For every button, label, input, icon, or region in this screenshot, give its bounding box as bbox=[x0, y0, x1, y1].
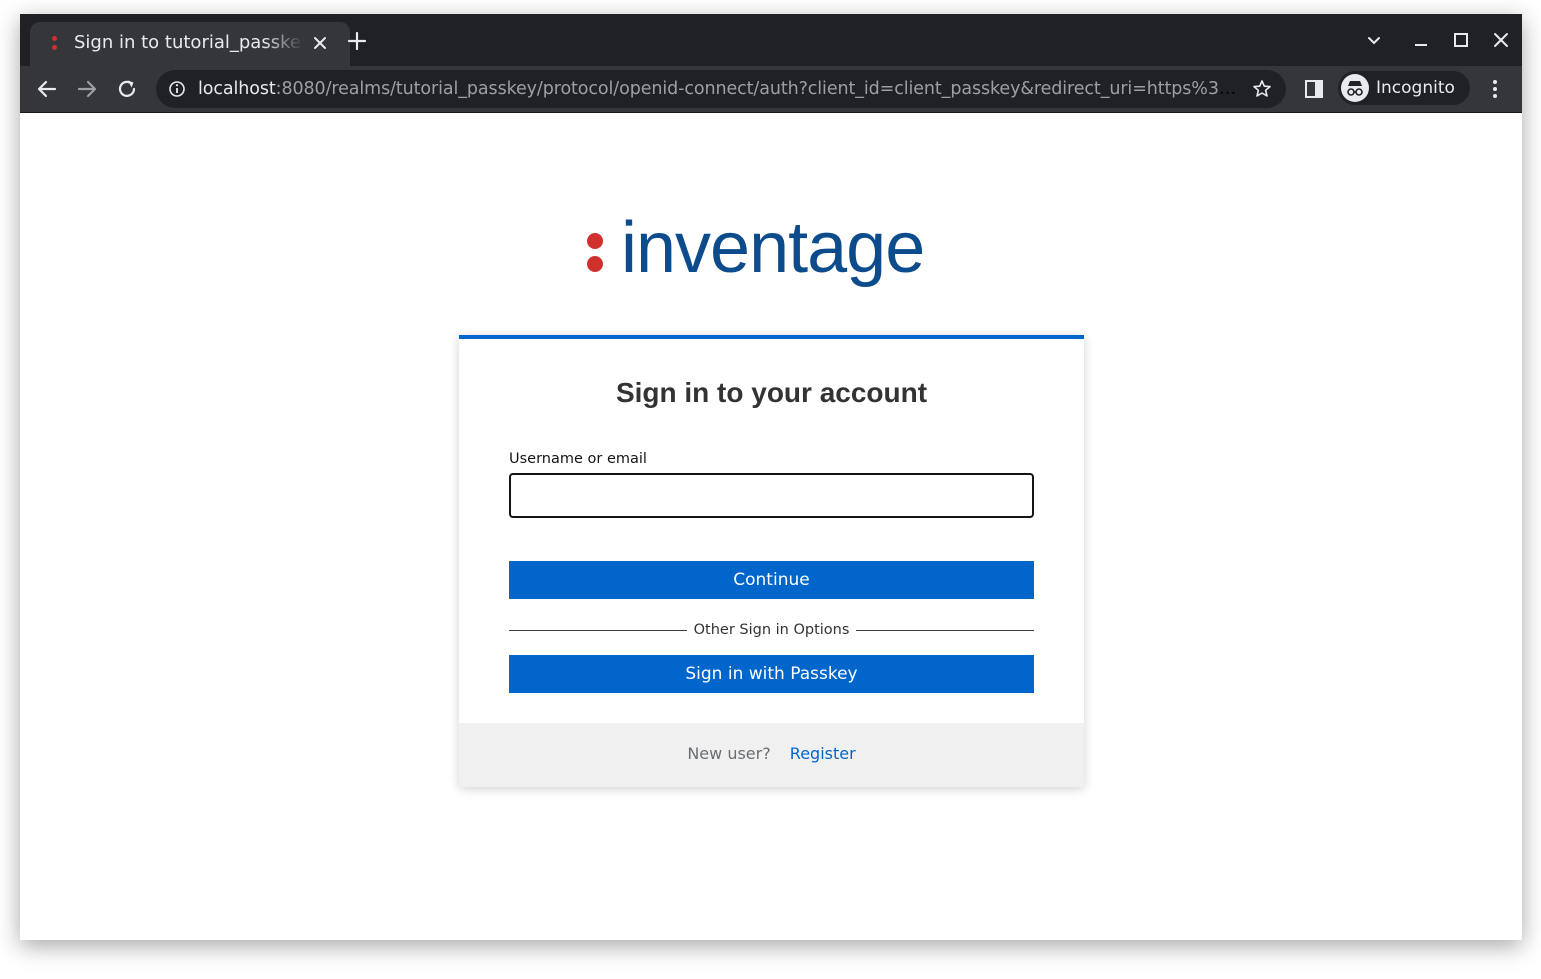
inventage-logo: inventage bbox=[587, 208, 925, 288]
card-footer: New user? Register bbox=[459, 723, 1084, 787]
username-input[interactable] bbox=[509, 473, 1034, 518]
maximize-icon[interactable] bbox=[1449, 28, 1473, 52]
kebab-menu-icon[interactable] bbox=[1482, 76, 1508, 102]
info-icon[interactable] bbox=[168, 80, 186, 98]
url-host: localhost bbox=[198, 79, 276, 99]
username-label: Username or email bbox=[509, 451, 647, 467]
url-path: :8080/realms/tutorial_passkey/protocol/o… bbox=[275, 79, 1238, 99]
register-link[interactable]: Register bbox=[790, 744, 856, 763]
forward-arrow-icon[interactable] bbox=[74, 76, 100, 102]
star-icon[interactable] bbox=[1252, 79, 1272, 99]
url-text[interactable]: localhost:8080/realms/tutorial_passkey/p… bbox=[198, 79, 1238, 99]
other-options-divider: Other Sign in Options bbox=[509, 620, 1035, 640]
active-tab[interactable]: Sign in to tutorial_passkey bbox=[30, 22, 350, 66]
minimize-icon[interactable] bbox=[1409, 28, 1433, 52]
login-card: Sign in to your account Username or emai… bbox=[459, 335, 1084, 787]
profile-label: Incognito bbox=[1376, 78, 1455, 98]
profile-button[interactable]: Incognito bbox=[1338, 71, 1470, 105]
tab-search-icon[interactable] bbox=[1362, 28, 1386, 52]
back-arrow-icon[interactable] bbox=[34, 76, 60, 102]
address-bar[interactable]: localhost:8080/realms/tutorial_passkey/p… bbox=[156, 70, 1286, 108]
passkey-button[interactable]: Sign in with Passkey bbox=[509, 655, 1034, 693]
new-tab-icon[interactable] bbox=[346, 30, 368, 52]
side-panel-icon[interactable] bbox=[1302, 77, 1326, 101]
tab-strip: Sign in to tutorial_passkey bbox=[20, 14, 1522, 66]
page-content: inventage Sign in to your account Userna… bbox=[20, 112, 1522, 940]
page-title: Sign in to your account bbox=[615, 377, 928, 408]
new-user-text: New user? bbox=[687, 744, 771, 763]
favicon-icon bbox=[52, 36, 58, 52]
close-window-icon[interactable] bbox=[1489, 28, 1513, 52]
browser-window: Sign in to tutorial_passkey localhost:80… bbox=[20, 14, 1522, 940]
divider-text: Other Sign in Options bbox=[693, 622, 850, 638]
svg-text:inventage: inventage bbox=[621, 208, 924, 288]
tab-title: Sign in to tutorial_passkey bbox=[74, 32, 304, 53]
incognito-icon bbox=[1341, 74, 1369, 102]
reload-icon[interactable] bbox=[114, 76, 140, 102]
browser-toolbar: localhost:8080/realms/tutorial_passkey/p… bbox=[20, 66, 1522, 112]
continue-button[interactable]: Continue bbox=[509, 561, 1034, 599]
tab-close-icon[interactable] bbox=[310, 33, 330, 53]
